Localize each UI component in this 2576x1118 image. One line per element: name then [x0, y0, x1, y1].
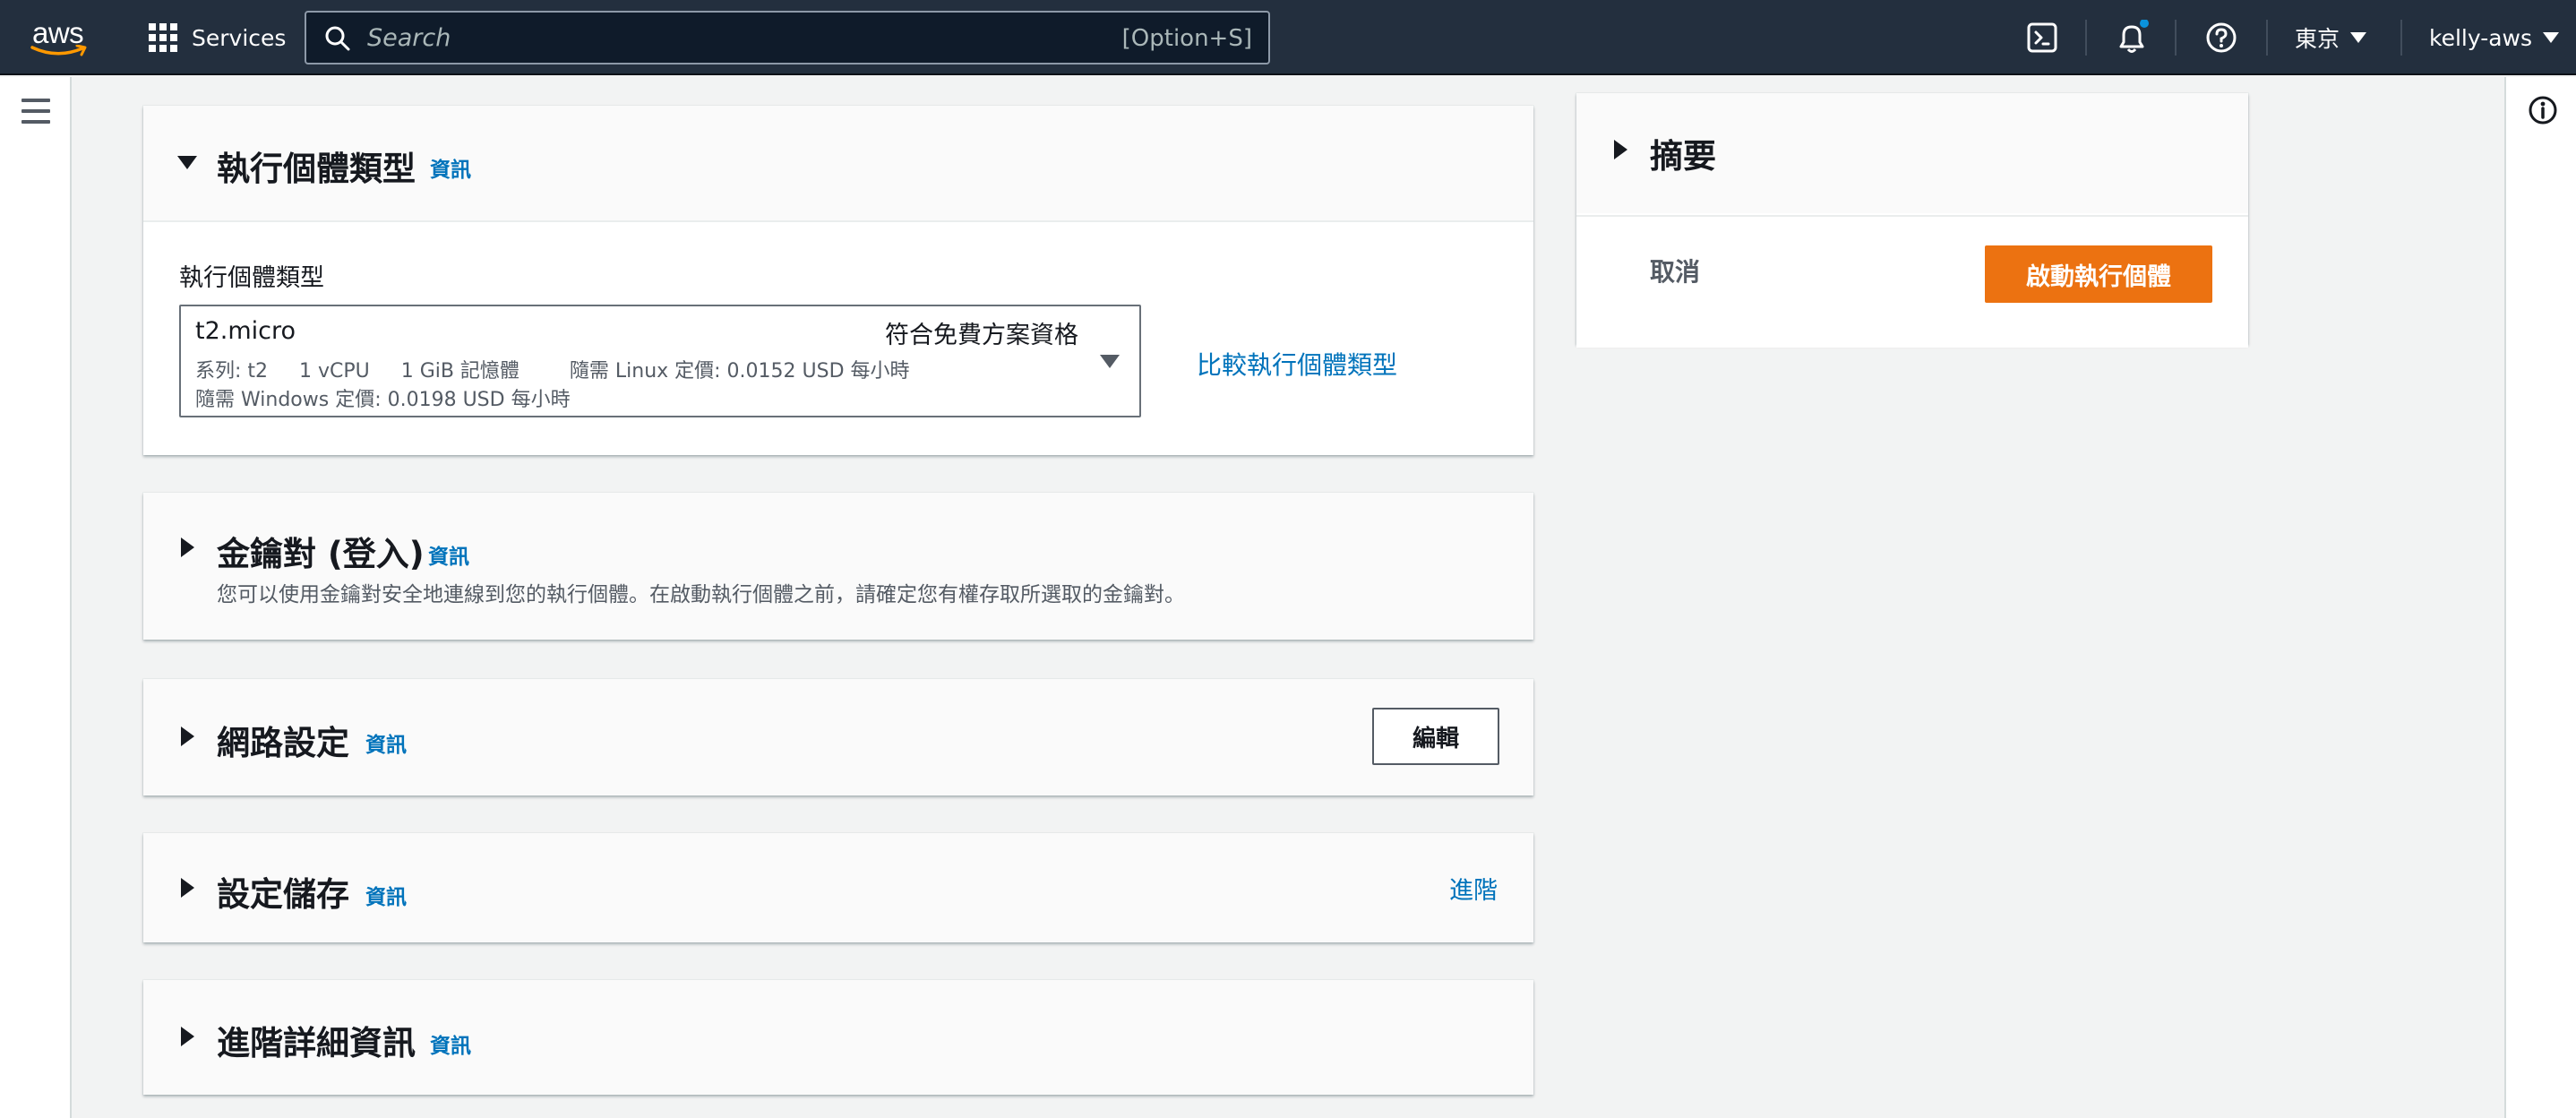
- instance-type-panel: 執行個體類型 資訊 執行個體類型 t2.micro 符合免費方案資格 系列: t…: [143, 106, 1533, 455]
- caret-down-icon: [2543, 32, 2560, 43]
- top-navigation: aws Services [Option+S]: [0, 0, 2576, 75]
- advanced-details-header[interactable]: 進階詳細資訊 資訊: [143, 980, 1533, 1095]
- compare-instance-types-link[interactable]: 比較執行個體類型: [1197, 346, 1397, 382]
- account-menu[interactable]: kelly-aws: [2429, 20, 2560, 56]
- panel-title: 金鑰對 (登入): [217, 535, 425, 573]
- collapsed-caret-icon[interactable]: [181, 878, 194, 898]
- key-pair-description: 您可以使用金鑰對安全地連線到您的執行個體。在啟動執行個體之前，請確定您有權存取所…: [217, 583, 1185, 606]
- key-pair-header[interactable]: 金鑰對 (登入) 資訊 您可以使用金鑰對安全地連線到您的執行個體。在啟動執行個體…: [143, 493, 1533, 640]
- region-selector[interactable]: 東京: [2295, 20, 2367, 56]
- cancel-button[interactable]: 取消: [1650, 253, 1700, 288]
- instance-type-description: 系列: t2 1 vCPU 1 GiB 記憶體 隨需 Linux 定價: 0.0…: [195, 360, 910, 383]
- region-label: 東京: [2295, 26, 2340, 52]
- search-bar[interactable]: [Option+S]: [305, 11, 1270, 64]
- search-input[interactable]: [367, 20, 1048, 56]
- info-link[interactable]: 資訊: [430, 1028, 471, 1059]
- collapsed-caret-icon[interactable]: [1614, 140, 1627, 159]
- network-settings-panel: 網路設定 資訊 編輯: [143, 679, 1533, 796]
- panel-title: 網路設定: [217, 724, 349, 762]
- info-circle-icon[interactable]: [2528, 95, 2558, 125]
- storage-header[interactable]: 設定儲存 資訊 進階: [143, 833, 1533, 942]
- summary-header[interactable]: 摘要: [1576, 93, 2248, 213]
- hamburger-menu-icon[interactable]: [21, 99, 50, 124]
- aws-logo[interactable]: aws: [30, 14, 91, 57]
- services-grid-icon: [149, 23, 177, 52]
- services-label: Services: [192, 24, 287, 51]
- expanded-caret-icon[interactable]: [177, 156, 197, 169]
- panel-title: 進階詳細資訊: [217, 1024, 416, 1062]
- instance-type-windows-price: 隨需 Windows 定價: 0.0198 USD 每小時: [195, 389, 571, 411]
- summary-actions: 取消 啟動執行個體: [1576, 215, 2248, 348]
- collapsed-caret-icon[interactable]: [181, 538, 194, 557]
- edit-button[interactable]: 編輯: [1372, 708, 1499, 765]
- collapsed-caret-icon[interactable]: [181, 727, 194, 746]
- storage-panel: 設定儲存 資訊 進階: [143, 833, 1533, 942]
- nav-divider: [2085, 20, 2087, 56]
- panel-title: 執行個體類型: [217, 150, 416, 188]
- collapsed-caret-icon[interactable]: [181, 1027, 194, 1046]
- help-panel-rail: [2504, 77, 2576, 1118]
- instance-type-label: 執行個體類型: [179, 264, 324, 292]
- account-label: kelly-aws: [2429, 24, 2533, 51]
- network-settings-header[interactable]: 網路設定 資訊 編輯: [143, 679, 1533, 796]
- info-link[interactable]: 資訊: [430, 152, 471, 183]
- key-pair-panel: 金鑰對 (登入) 資訊 您可以使用金鑰對安全地連線到您的執行個體。在啟動執行個體…: [143, 493, 1533, 640]
- bell-icon[interactable]: [2114, 20, 2150, 56]
- instance-type-name: t2.micro: [195, 317, 296, 345]
- summary-panel: 摘要 取消 啟動執行個體: [1576, 93, 2248, 348]
- panel-title: 設定儲存: [217, 875, 349, 914]
- search-icon: [325, 26, 350, 51]
- instance-type-header[interactable]: 執行個體類型 資訊: [143, 106, 1533, 222]
- advanced-link[interactable]: 進階: [1449, 871, 1498, 906]
- services-menu-button[interactable]: Services: [149, 20, 286, 56]
- search-shortcut-hint: [Option+S]: [1121, 25, 1252, 52]
- side-nav-rail: [0, 77, 72, 1118]
- help-icon[interactable]: [2203, 20, 2239, 56]
- panel-title: 摘要: [1650, 137, 1716, 176]
- instance-type-select[interactable]: t2.micro 符合免費方案資格 系列: t2 1 vCPU 1 GiB 記憶…: [179, 305, 1141, 417]
- advanced-details-panel: 進階詳細資訊 資訊: [143, 980, 1533, 1095]
- free-tier-tag: 符合免費方案資格: [885, 322, 1078, 349]
- caret-down-icon: [2350, 32, 2367, 43]
- aws-smile-icon: [30, 45, 87, 56]
- info-link[interactable]: 資訊: [428, 539, 469, 570]
- dropdown-caret-icon: [1100, 355, 1120, 368]
- nav-divider: [2266, 20, 2268, 56]
- nav-divider: [2175, 20, 2177, 56]
- info-link[interactable]: 資訊: [365, 727, 407, 758]
- nav-divider: [2400, 20, 2402, 56]
- launch-instance-button[interactable]: 啟動執行個體: [1985, 245, 2212, 303]
- cloudshell-icon[interactable]: [2024, 20, 2060, 56]
- info-link[interactable]: 資訊: [365, 880, 407, 910]
